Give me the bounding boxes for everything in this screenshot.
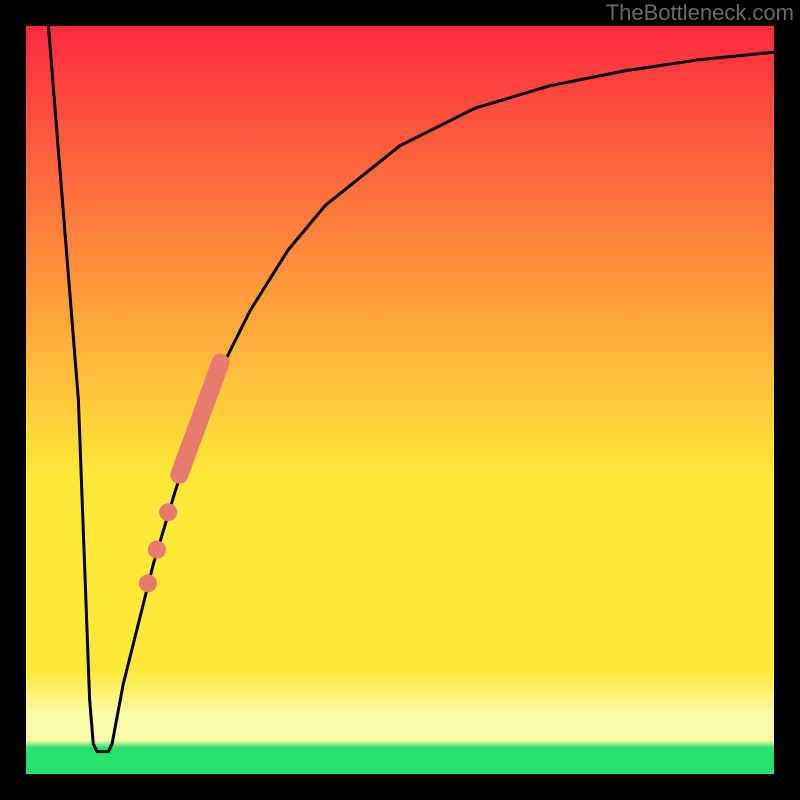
chart-svg: TheBottleneck.com (0, 0, 800, 800)
chart-background (26, 26, 774, 774)
highlight-dot (159, 503, 177, 521)
highlight-dot (139, 574, 157, 592)
watermark-text: TheBottleneck.com (606, 0, 794, 25)
highlight-dot (148, 541, 166, 559)
bottleneck-chart: TheBottleneck.com (0, 0, 800, 800)
